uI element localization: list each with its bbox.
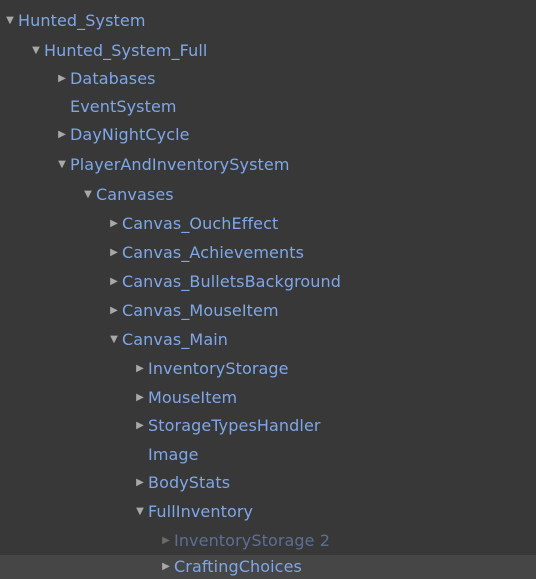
tree-item-label: Image <box>148 445 199 464</box>
tree-item-label: Databases <box>70 69 156 88</box>
tree-item-canvases[interactable]: ▼ Canvases <box>0 182 536 208</box>
tree-item-label: Hunted_System <box>18 11 146 30</box>
collapsed-triangle-icon[interactable]: ▶ <box>56 130 68 140</box>
tree-item-label: StorageTypesHandler <box>148 416 321 435</box>
expanded-triangle-icon[interactable]: ▼ <box>134 507 146 517</box>
tree-item-label: BodyStats <box>148 473 231 492</box>
tree-item-label: DayNightCycle <box>70 125 190 144</box>
collapsed-triangle-icon[interactable]: ▶ <box>56 74 68 84</box>
tree-item-label: Hunted_System_Full <box>44 41 208 60</box>
tree-item-daynightcycle[interactable]: ▶ DayNightCycle <box>0 122 536 148</box>
tree-item-canvas-achievements[interactable]: ▶ Canvas_Achievements <box>0 240 536 266</box>
hierarchy-panel: ▼ Hunted_System ▼ Hunted_System_Full ▶ D… <box>0 0 536 579</box>
tree-item-fullinventory[interactable]: ▼ FullInventory <box>0 499 536 525</box>
tree-item-label: EventSystem <box>70 97 177 116</box>
expanded-triangle-icon[interactable]: ▼ <box>56 160 68 170</box>
collapsed-triangle-icon[interactable]: ▶ <box>160 536 172 546</box>
tree-item-label: InventoryStorage <box>148 359 289 378</box>
collapsed-triangle-icon[interactable]: ▶ <box>160 562 172 572</box>
tree-item-canvas-main[interactable]: ▼ Canvas_Main <box>0 327 536 353</box>
tree-item-canvas-oucheffect[interactable]: ▶ Canvas_OuchEffect <box>0 211 536 237</box>
expanded-triangle-icon[interactable]: ▼ <box>4 16 16 26</box>
tree-item-canvas-bulletsbackground[interactable]: ▶ Canvas_BulletsBackground <box>0 269 536 295</box>
expanded-triangle-icon[interactable]: ▼ <box>30 46 42 56</box>
tree-item-inventorystorage[interactable]: ▶ InventoryStorage <box>0 356 536 382</box>
tree-item-image[interactable]: Image <box>0 442 536 468</box>
collapsed-triangle-icon[interactable]: ▶ <box>134 364 146 374</box>
tree-item-label: Canvas_Main <box>122 330 229 349</box>
tree-item-label: Canvas_BulletsBackground <box>122 272 342 291</box>
tree-item-label: CraftingChoices <box>174 557 302 576</box>
tree-item-label: FullInventory <box>148 502 254 521</box>
tree-item-hunted-system-full[interactable]: ▼ Hunted_System_Full <box>0 38 536 64</box>
collapsed-triangle-icon[interactable]: ▶ <box>108 248 120 258</box>
tree-item-databases[interactable]: ▶ Databases <box>0 66 536 92</box>
tree-item-mouseitem[interactable]: ▶ MouseItem <box>0 385 536 411</box>
expanded-triangle-icon[interactable]: ▼ <box>108 335 120 345</box>
collapsed-triangle-icon[interactable]: ▶ <box>134 393 146 403</box>
tree-item-label: PlayerAndInventorySystem <box>70 155 290 174</box>
tree-item-bodystats[interactable]: ▶ BodyStats <box>0 470 536 496</box>
collapsed-triangle-icon[interactable]: ▶ <box>108 306 120 316</box>
tree-item-hunted-system[interactable]: ▼ Hunted_System <box>0 8 536 34</box>
tree-item-label: InventoryStorage 2 <box>174 531 331 550</box>
tree-item-eventsystem[interactable]: EventSystem <box>0 94 536 120</box>
collapsed-triangle-icon[interactable]: ▶ <box>134 478 146 488</box>
tree-item-craftingchoices[interactable]: ▶ CraftingChoices <box>0 555 536 579</box>
tree-item-label: Canvas_Achievements <box>122 243 305 262</box>
tree-item-label: Canvases <box>96 185 174 204</box>
collapsed-triangle-icon[interactable]: ▶ <box>108 219 120 229</box>
tree-item-label: Canvas_MouseItem <box>122 301 279 320</box>
tree-item-canvas-mouseitem[interactable]: ▶ Canvas_MouseItem <box>0 298 536 324</box>
tree-item-label: MouseItem <box>148 388 238 407</box>
expanded-triangle-icon[interactable]: ▼ <box>82 190 94 200</box>
collapsed-triangle-icon[interactable]: ▶ <box>134 421 146 431</box>
tree-item-inventorystorage-2[interactable]: ▶ InventoryStorage 2 <box>0 528 536 554</box>
collapsed-triangle-icon[interactable]: ▶ <box>108 277 120 287</box>
tree-item-storagetypeshandler[interactable]: ▶ StorageTypesHandler <box>0 413 536 439</box>
tree-item-label: Canvas_OuchEffect <box>122 214 279 233</box>
tree-item-playerandinventorysystem[interactable]: ▼ PlayerAndInventorySystem <box>0 152 536 178</box>
